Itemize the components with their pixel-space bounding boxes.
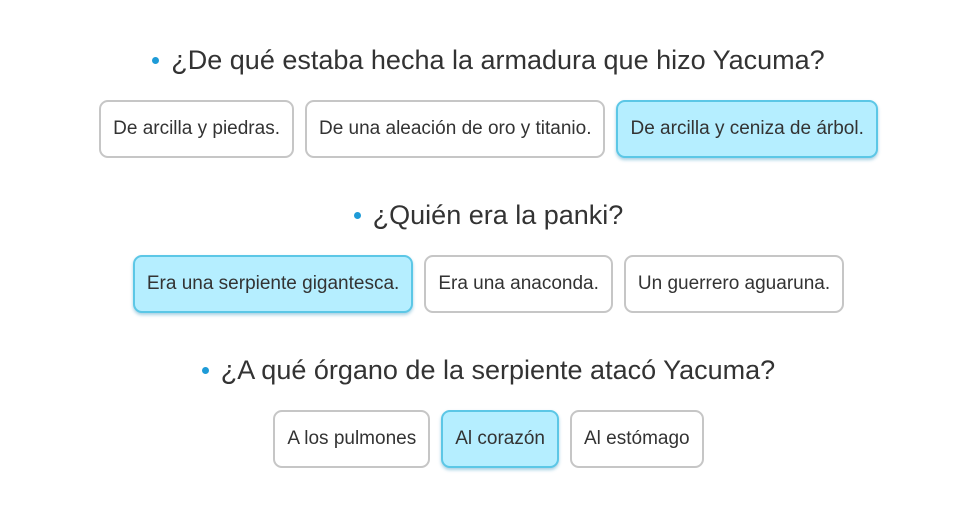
option-button[interactable]: Al estómago <box>570 410 704 468</box>
question-3: ¿A qué órgano de la serpiente atacó Yacu… <box>0 350 977 468</box>
option-group: De arcilla y piedras. De una aleación de… <box>99 100 878 158</box>
option-button[interactable]: De arcilla y piedras. <box>99 100 294 158</box>
option-button[interactable]: Un guerrero aguaruna. <box>623 255 845 313</box>
option-button[interactable]: Era una anaconda. <box>424 255 613 313</box>
question-text: ¿A qué órgano de la serpiente atacó Yacu… <box>220 355 776 385</box>
question-text: ¿De qué estaba hecha la armadura que hiz… <box>171 45 825 75</box>
option-button-selected[interactable]: De arcilla y ceniza de árbol. <box>616 100 878 158</box>
bullet-icon <box>201 366 209 374</box>
question-1: ¿De qué estaba hecha la armadura que hiz… <box>0 40 977 158</box>
option-group: A los pulmones Al corazón Al estómago <box>273 410 704 468</box>
bullet-icon <box>353 211 361 219</box>
question-title: ¿De qué estaba hecha la armadura que hiz… <box>152 40 825 80</box>
option-button-selected[interactable]: Era una serpiente gigantesca. <box>132 255 414 313</box>
question-text: ¿Quién era la panki? <box>372 200 624 230</box>
option-group: Era una serpiente gigantesca. Era una an… <box>132 255 845 313</box>
option-button[interactable]: De una aleación de oro y titanio. <box>304 100 606 158</box>
question-2: ¿Quién era la panki? Era una serpiente g… <box>0 195 977 313</box>
option-button-selected[interactable]: Al corazón <box>441 410 559 468</box>
question-title: ¿A qué órgano de la serpiente atacó Yacu… <box>201 350 776 390</box>
option-button[interactable]: A los pulmones <box>273 410 431 468</box>
bullet-icon <box>152 56 160 64</box>
question-title: ¿Quién era la panki? <box>353 195 624 235</box>
quiz-container: ¿De qué estaba hecha la armadura que hiz… <box>0 0 977 468</box>
